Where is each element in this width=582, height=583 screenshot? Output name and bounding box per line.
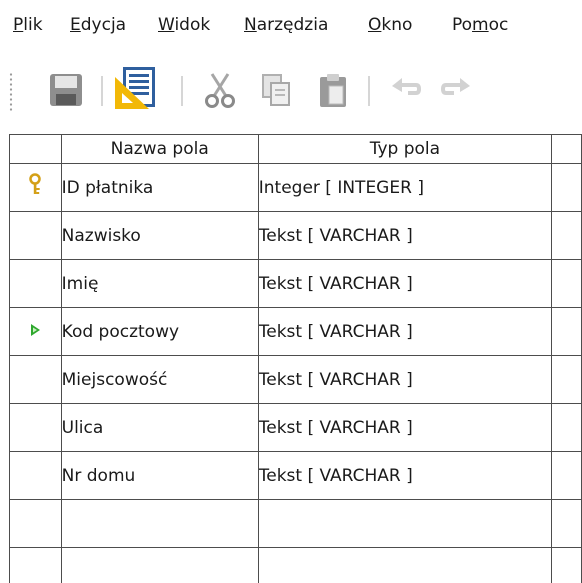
- field-name-cell[interactable]: Nazwisko: [60, 211, 259, 260]
- field-description-cell[interactable]: [551, 403, 582, 452]
- field-type-cell[interactable]: Tekst [ VARCHAR ]: [257, 403, 553, 452]
- menu-widok[interactable]: Widok: [158, 14, 210, 36]
- row-header[interactable]: [9, 403, 62, 452]
- field-name-cell[interactable]: [60, 547, 259, 583]
- grid-header-row: Nazwa pola Typ pola: [9, 134, 582, 164]
- field-name-cell[interactable]: Miejscowość: [60, 355, 259, 404]
- field-description-cell[interactable]: [551, 451, 582, 500]
- column-header-description[interactable]: [551, 134, 582, 164]
- redo-button[interactable]: [432, 66, 480, 114]
- menu-bar: Plik Edycja Widok Narzędzia Okno Pomoc: [0, 0, 582, 50]
- menu-okno[interactable]: Okno: [368, 14, 412, 36]
- field-description-cell[interactable]: [551, 259, 582, 308]
- menu-edycja[interactable]: Edycja: [70, 14, 126, 36]
- field-name-cell[interactable]: Ulica: [60, 403, 259, 452]
- field-description-cell[interactable]: [551, 547, 582, 583]
- copy-button[interactable]: [252, 66, 300, 114]
- undo-button[interactable]: [382, 66, 430, 114]
- toolbar-grip[interactable]: [9, 72, 13, 112]
- row-header[interactable]: [9, 211, 62, 260]
- field-type-cell[interactable]: Tekst [ VARCHAR ]: [257, 307, 553, 356]
- copy-icon: [262, 74, 290, 106]
- table-row[interactable]: Imię Tekst [ VARCHAR ]: [9, 259, 582, 308]
- cut-icon: [205, 73, 235, 108]
- column-header-field-type[interactable]: Typ pola: [257, 134, 553, 164]
- field-description-cell[interactable]: [551, 307, 582, 356]
- table-row[interactable]: Ulica Tekst [ VARCHAR ]: [9, 403, 582, 452]
- table-row[interactable]: ID płatnika Integer [ INTEGER ]: [9, 163, 582, 212]
- row-header[interactable]: [9, 259, 62, 308]
- row-header[interactable]: [9, 307, 62, 356]
- field-name-cell[interactable]: Imię: [60, 259, 259, 308]
- menu-narzedzia[interactable]: Narzędzia: [244, 14, 328, 36]
- field-type-cell[interactable]: [257, 499, 553, 548]
- undo-icon: [392, 78, 421, 95]
- field-type-cell[interactable]: Tekst [ VARCHAR ]: [257, 355, 553, 404]
- table-row[interactable]: Nr domu Tekst [ VARCHAR ]: [9, 451, 582, 500]
- grid-corner[interactable]: [9, 134, 62, 164]
- row-header[interactable]: [9, 499, 62, 548]
- field-description-cell[interactable]: [551, 211, 582, 260]
- field-name-cell[interactable]: Kod pocztowy: [60, 307, 259, 356]
- empty-table-row[interactable]: [9, 499, 582, 548]
- field-type-cell[interactable]: Integer [ INTEGER ]: [257, 163, 553, 212]
- field-name-cell[interactable]: [60, 499, 259, 548]
- redo-icon: [441, 78, 470, 95]
- toolbar-separator: [181, 76, 183, 106]
- row-header[interactable]: [9, 451, 62, 500]
- cut-button[interactable]: [196, 66, 244, 114]
- current-row-arrow-icon: [31, 323, 41, 336]
- field-type-cell[interactable]: Tekst [ VARCHAR ]: [257, 451, 553, 500]
- save-icon: [50, 74, 82, 106]
- toolbar-separator: [101, 76, 103, 106]
- table-design-grid: Nazwa pola Typ pola ID płatnika Integer …: [9, 134, 582, 583]
- toolbar-separator: [368, 76, 370, 106]
- row-header[interactable]: [9, 355, 62, 404]
- field-name-cell[interactable]: ID płatnika: [60, 163, 259, 212]
- design-view-button[interactable]: [112, 64, 160, 112]
- paste-icon: [320, 74, 346, 107]
- field-type-cell[interactable]: Tekst [ VARCHAR ]: [257, 259, 553, 308]
- table-row[interactable]: Nazwisko Tekst [ VARCHAR ]: [9, 211, 582, 260]
- row-header[interactable]: [9, 547, 62, 583]
- table-row[interactable]: Kod pocztowy Tekst [ VARCHAR ]: [9, 307, 582, 356]
- design-view-icon: [115, 67, 155, 109]
- menu-plik[interactable]: Plik: [13, 14, 43, 36]
- table-row[interactable]: Miejscowość Tekst [ VARCHAR ]: [9, 355, 582, 404]
- field-description-cell[interactable]: [551, 355, 582, 404]
- field-description-cell[interactable]: [551, 163, 582, 212]
- paste-button[interactable]: [309, 66, 357, 114]
- menu-pomoc[interactable]: Pomoc: [452, 14, 508, 36]
- primary-key-icon: [29, 173, 42, 194]
- field-name-cell[interactable]: Nr domu: [60, 451, 259, 500]
- field-description-cell[interactable]: [551, 499, 582, 548]
- field-type-cell[interactable]: Tekst [ VARCHAR ]: [257, 211, 553, 260]
- toolbar: [0, 50, 582, 130]
- save-button[interactable]: [42, 66, 90, 114]
- empty-table-row[interactable]: [9, 547, 582, 583]
- row-header[interactable]: [9, 163, 62, 212]
- field-type-cell[interactable]: [257, 547, 553, 583]
- column-header-field-name[interactable]: Nazwa pola: [60, 134, 259, 164]
